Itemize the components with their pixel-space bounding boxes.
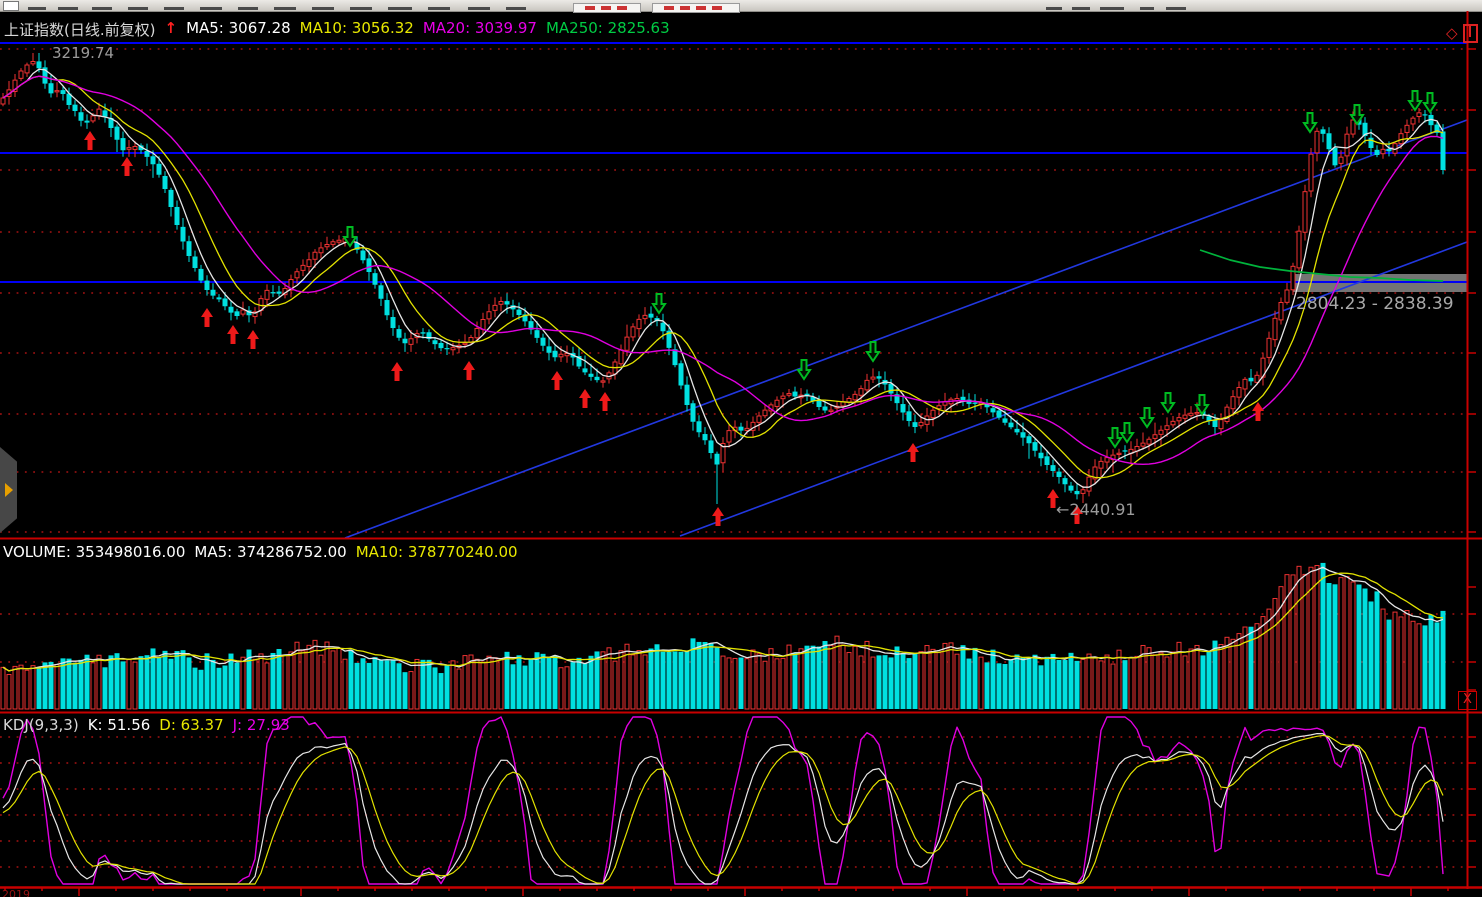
date-axis-label: 2019	[2, 888, 30, 897]
ma250-value: MA250: 2825.63	[546, 19, 670, 40]
trough-price-label: ←2440.91	[1056, 500, 1136, 519]
panel-corner-icons: ◇	[1446, 24, 1478, 43]
kdj-j-value: J: 27.93	[233, 716, 290, 734]
indicator-close-button[interactable]: X	[1458, 691, 1477, 710]
volume-ma5-value: MA5: 374286752.00	[194, 543, 346, 561]
expand-arrow-icon	[5, 483, 13, 497]
up-arrow-icon: ↑	[164, 19, 177, 40]
symbol-title: 上证指数(日线.前复权)	[4, 19, 155, 40]
diamond-icon[interactable]: ◇	[1446, 26, 1458, 41]
split-screen-icon[interactable]	[1463, 24, 1478, 43]
candlestick-chart-canvas[interactable]	[0, 0, 1482, 897]
kdj-panel-header: KDJ(9,3,3) K: 51.56 D: 63.37 J: 27.93	[3, 716, 290, 734]
sidebar-expander-tab[interactable]	[0, 447, 17, 533]
volume-value: VOLUME: 353498016.00	[3, 543, 185, 561]
ma10-value: MA10: 3056.32	[300, 19, 414, 40]
kdj-d-value: D: 63.37	[159, 716, 223, 734]
volume-ma10-value: MA10: 378770240.00	[356, 543, 518, 561]
kdj-k-value: K: 51.56	[88, 716, 151, 734]
gap-range-label: 2804.23 - 2838.39	[1296, 294, 1454, 314]
ma5-value: MA5: 3067.28	[186, 19, 291, 40]
price-panel-header: 上证指数(日线.前复权) ↑ MA5: 3067.28 MA10: 3056.3…	[4, 19, 670, 40]
peak-price-label: 3219.74	[52, 44, 114, 62]
kdj-name: KDJ(9,3,3)	[3, 716, 79, 734]
trading-app-window: 上证指数(日线.前复权) ↑ MA5: 3067.28 MA10: 3056.3…	[0, 0, 1482, 897]
ma20-value: MA20: 3039.97	[423, 19, 537, 40]
volume-panel-header: VOLUME: 353498016.00 MA5: 374286752.00 M…	[3, 543, 518, 561]
